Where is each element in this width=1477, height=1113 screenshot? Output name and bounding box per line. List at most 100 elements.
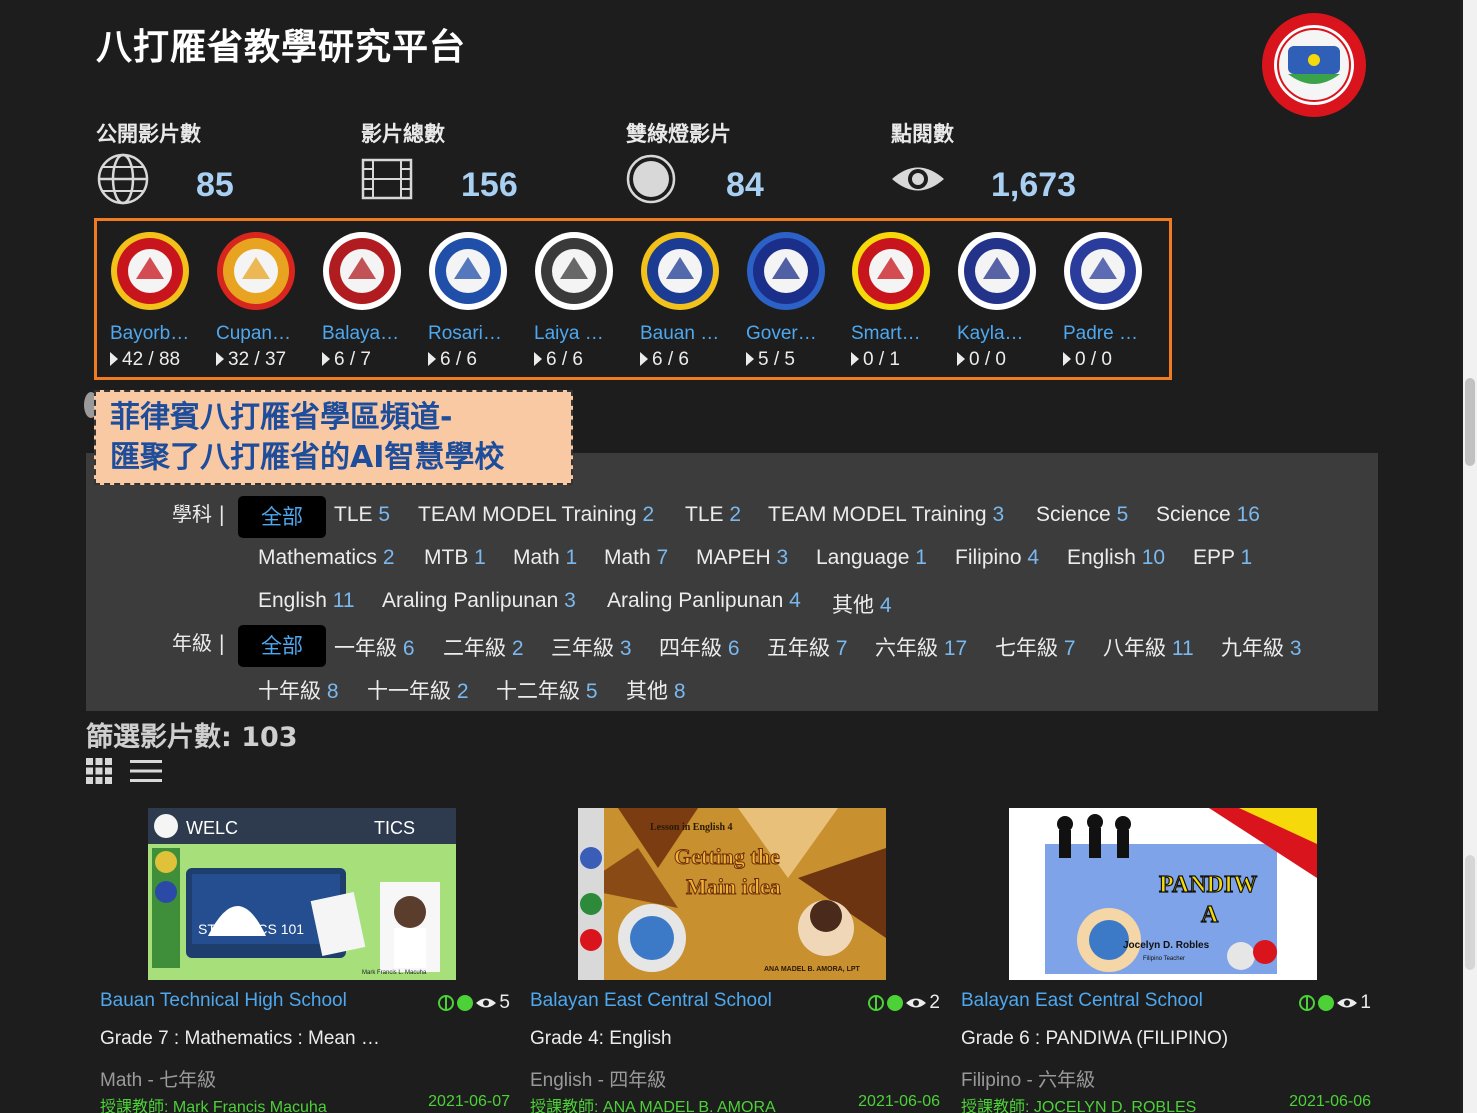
school-channel[interactable]: Smart… 0 / 1 bbox=[851, 231, 951, 371]
subject-filter-chip[interactable]: MTB 1 bbox=[424, 546, 486, 570]
grade-filter-chip[interactable]: 六年級 17 bbox=[875, 632, 967, 662]
subject-filter-chip[interactable]: TEAM MODEL Training 3 bbox=[768, 503, 1004, 527]
card-title[interactable]: Grade 6 : PANDIWA (FILIPINO) bbox=[961, 1028, 1251, 1050]
grade-filter-chip[interactable]: 五年級 7 bbox=[767, 632, 848, 662]
school-channel[interactable]: Bauan … 6 / 6 bbox=[640, 231, 740, 371]
school-channel[interactable]: Laiya … 6 / 6 bbox=[534, 231, 634, 371]
card-teacher: 授課教師: ANA MADEL B. AMORA bbox=[530, 1099, 776, 1113]
grade-filter-chip[interactable]: 九年級 3 bbox=[1221, 632, 1302, 662]
video-thumbnail[interactable]: WELC TICS STATISTICS 101 Mark Francis L.… bbox=[148, 808, 456, 980]
school-logo-icon[interactable] bbox=[110, 231, 190, 311]
list-view-icon[interactable] bbox=[130, 758, 162, 784]
grade-filter-chip[interactable]: 七年級 7 bbox=[995, 632, 1076, 662]
school-channel[interactable]: Balaya… 6 / 7 bbox=[322, 231, 422, 371]
card-school-link[interactable]: Bauan Technical High School bbox=[100, 990, 347, 1012]
grade-filter-chip[interactable]: 十年級 8 bbox=[258, 675, 339, 705]
subject-filter-chip[interactable]: Math 1 bbox=[513, 546, 577, 570]
subject-filter-chip[interactable]: TLE 2 bbox=[685, 503, 741, 527]
school-name[interactable]: Kayla… bbox=[957, 323, 1049, 345]
subject-filter-chip[interactable]: Araling Panlipunan 4 bbox=[607, 589, 801, 613]
subject-filter-chip[interactable]: MAPEH 3 bbox=[696, 546, 788, 570]
video-card[interactable]: PANDIW A Jocelyn D. Robles Filipino Teac… bbox=[961, 808, 1371, 1113]
school-video-count: 0 / 0 bbox=[957, 349, 1006, 371]
chip-label: EPP bbox=[1193, 546, 1235, 569]
school-channel[interactable]: Gover… 5 / 5 bbox=[746, 231, 846, 371]
school-count-value: 0 / 0 bbox=[1075, 349, 1112, 370]
subject-filter-chip[interactable]: 其他 4 bbox=[832, 589, 892, 619]
school-channel[interactable]: Kayla… 0 / 0 bbox=[957, 231, 1057, 371]
school-name[interactable]: Bauan … bbox=[640, 323, 732, 345]
video-thumbnail[interactable]: Lesson in English 4 Getting the Main ide… bbox=[578, 808, 886, 980]
video-card[interactable]: WELC TICS STATISTICS 101 Mark Francis L.… bbox=[100, 808, 510, 1113]
school-name[interactable]: Bayorb… bbox=[110, 323, 202, 345]
grade-all-chip[interactable]: 全部 bbox=[238, 625, 326, 667]
subject-filter-chip[interactable]: English 10 bbox=[1067, 546, 1165, 570]
scrollbar-thumb[interactable] bbox=[1465, 378, 1475, 466]
chip-count: 8 bbox=[326, 680, 339, 703]
school-channel[interactable]: Cupan… 32 / 37 bbox=[216, 231, 316, 371]
school-channel[interactable]: Bayorb… 42 / 88 bbox=[110, 231, 210, 371]
grade-filter-chip[interactable]: 十二年級 5 bbox=[496, 675, 598, 705]
school-name[interactable]: Gover… bbox=[746, 323, 838, 345]
subject-filter-chip[interactable]: Science 16 bbox=[1156, 503, 1260, 527]
page-scrollbar[interactable] bbox=[1463, 0, 1477, 1113]
chip-count: 3 bbox=[1289, 637, 1302, 660]
school-name[interactable]: Laiya … bbox=[534, 323, 626, 345]
subject-filter-chip[interactable]: Science 5 bbox=[1036, 503, 1128, 527]
school-name[interactable]: Rosari… bbox=[428, 323, 520, 345]
school-logo-icon[interactable] bbox=[1063, 231, 1143, 311]
chip-label: 九年級 bbox=[1221, 637, 1284, 660]
grade-filter-chip[interactable]: 八年級 11 bbox=[1103, 632, 1194, 662]
school-logo-icon[interactable] bbox=[428, 231, 508, 311]
subject-filter-chip[interactable]: Filipino 4 bbox=[955, 546, 1039, 570]
chip-label: Language bbox=[816, 546, 910, 569]
grade-filter-chip[interactable]: 四年級 6 bbox=[659, 632, 740, 662]
video-thumbnail[interactable]: PANDIW A Jocelyn D. Robles Filipino Teac… bbox=[1009, 808, 1317, 980]
school-name[interactable]: Balaya… bbox=[322, 323, 414, 345]
grade-filter-chip[interactable]: 二年級 2 bbox=[443, 632, 524, 662]
subject-filter-chip[interactable]: Mathematics 2 bbox=[258, 546, 395, 570]
school-channel[interactable]: Padre … 0 / 0 bbox=[1063, 231, 1163, 371]
card-meta: 2 bbox=[868, 992, 940, 1014]
card-title[interactable]: Grade 4: English bbox=[530, 1028, 820, 1050]
chip-count: 5 bbox=[585, 680, 598, 703]
green-light-icon bbox=[887, 995, 904, 1011]
subject-filter-chip[interactable]: Language 1 bbox=[816, 546, 927, 570]
school-logo-icon[interactable] bbox=[322, 231, 402, 311]
grade-filter-chip[interactable]: 三年級 3 bbox=[551, 632, 632, 662]
school-video-count: 32 / 37 bbox=[216, 349, 286, 371]
scrollbar-thumb[interactable] bbox=[1465, 855, 1475, 970]
grid-view-icon[interactable] bbox=[86, 758, 112, 784]
school-count-value: 42 / 88 bbox=[122, 349, 181, 370]
school-name[interactable]: Smart… bbox=[851, 323, 943, 345]
thumb-caption: Filipino Teacher bbox=[1143, 956, 1185, 962]
stat-double-green-videos: 雙綠燈影片 84 bbox=[626, 118, 866, 210]
school-name[interactable]: Padre … bbox=[1063, 323, 1155, 345]
grade-filter-chip[interactable]: 其他 8 bbox=[626, 675, 686, 705]
school-logo-icon[interactable] bbox=[851, 231, 931, 311]
card-school-link[interactable]: Balayan East Central School bbox=[961, 990, 1203, 1012]
video-card[interactable]: Lesson in English 4 Getting the Main ide… bbox=[530, 808, 940, 1113]
subject-filter-chip[interactable]: Math 7 bbox=[604, 546, 668, 570]
grade-filter-chip[interactable]: 一年級 6 bbox=[334, 632, 415, 662]
school-name[interactable]: Cupan… bbox=[216, 323, 308, 345]
stat-value: 85 bbox=[196, 166, 234, 204]
school-logo-icon[interactable] bbox=[216, 231, 296, 311]
grade-filter-chip[interactable]: 十一年級 2 bbox=[367, 675, 469, 705]
subject-filter-chip[interactable]: Araling Panlipunan 3 bbox=[382, 589, 576, 613]
chip-count: 4 bbox=[789, 589, 801, 612]
school-channel[interactable]: Rosari… 6 / 6 bbox=[428, 231, 528, 371]
card-school-link[interactable]: Balayan East Central School bbox=[530, 990, 772, 1012]
play-icon bbox=[216, 352, 224, 366]
school-logo-icon[interactable] bbox=[534, 231, 614, 311]
subject-filter-chip[interactable]: TLE 5 bbox=[334, 503, 390, 527]
school-logo-icon[interactable] bbox=[640, 231, 720, 311]
subject-filter-chip[interactable]: English 11 bbox=[258, 589, 355, 613]
subject-filter-chip[interactable]: TEAM MODEL Training 2 bbox=[418, 503, 654, 527]
subject-filter-chip[interactable]: EPP 1 bbox=[1193, 546, 1252, 570]
school-logo-icon[interactable] bbox=[957, 231, 1037, 311]
card-title[interactable]: Grade 7 : Mathematics : Mean … bbox=[100, 1028, 390, 1050]
school-count-value: 6 / 6 bbox=[440, 349, 477, 370]
subject-all-chip[interactable]: 全部 bbox=[238, 496, 326, 538]
school-logo-icon[interactable] bbox=[746, 231, 826, 311]
